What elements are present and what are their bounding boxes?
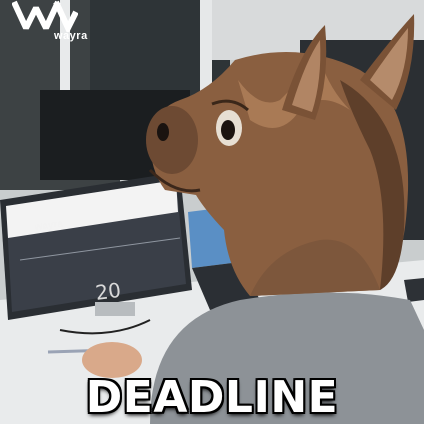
gif-frame: wayra wayra 20 DEADLINE (0, 0, 424, 424)
monitor-counter: 20 (94, 277, 123, 305)
office-photo (0, 0, 424, 424)
wayra-logo-mark-icon (12, 0, 78, 32)
caption-text: DEADLINE (85, 372, 339, 423)
wayra-logo: wayra (12, 0, 92, 46)
wayra-wordmark: wayra (54, 30, 88, 42)
